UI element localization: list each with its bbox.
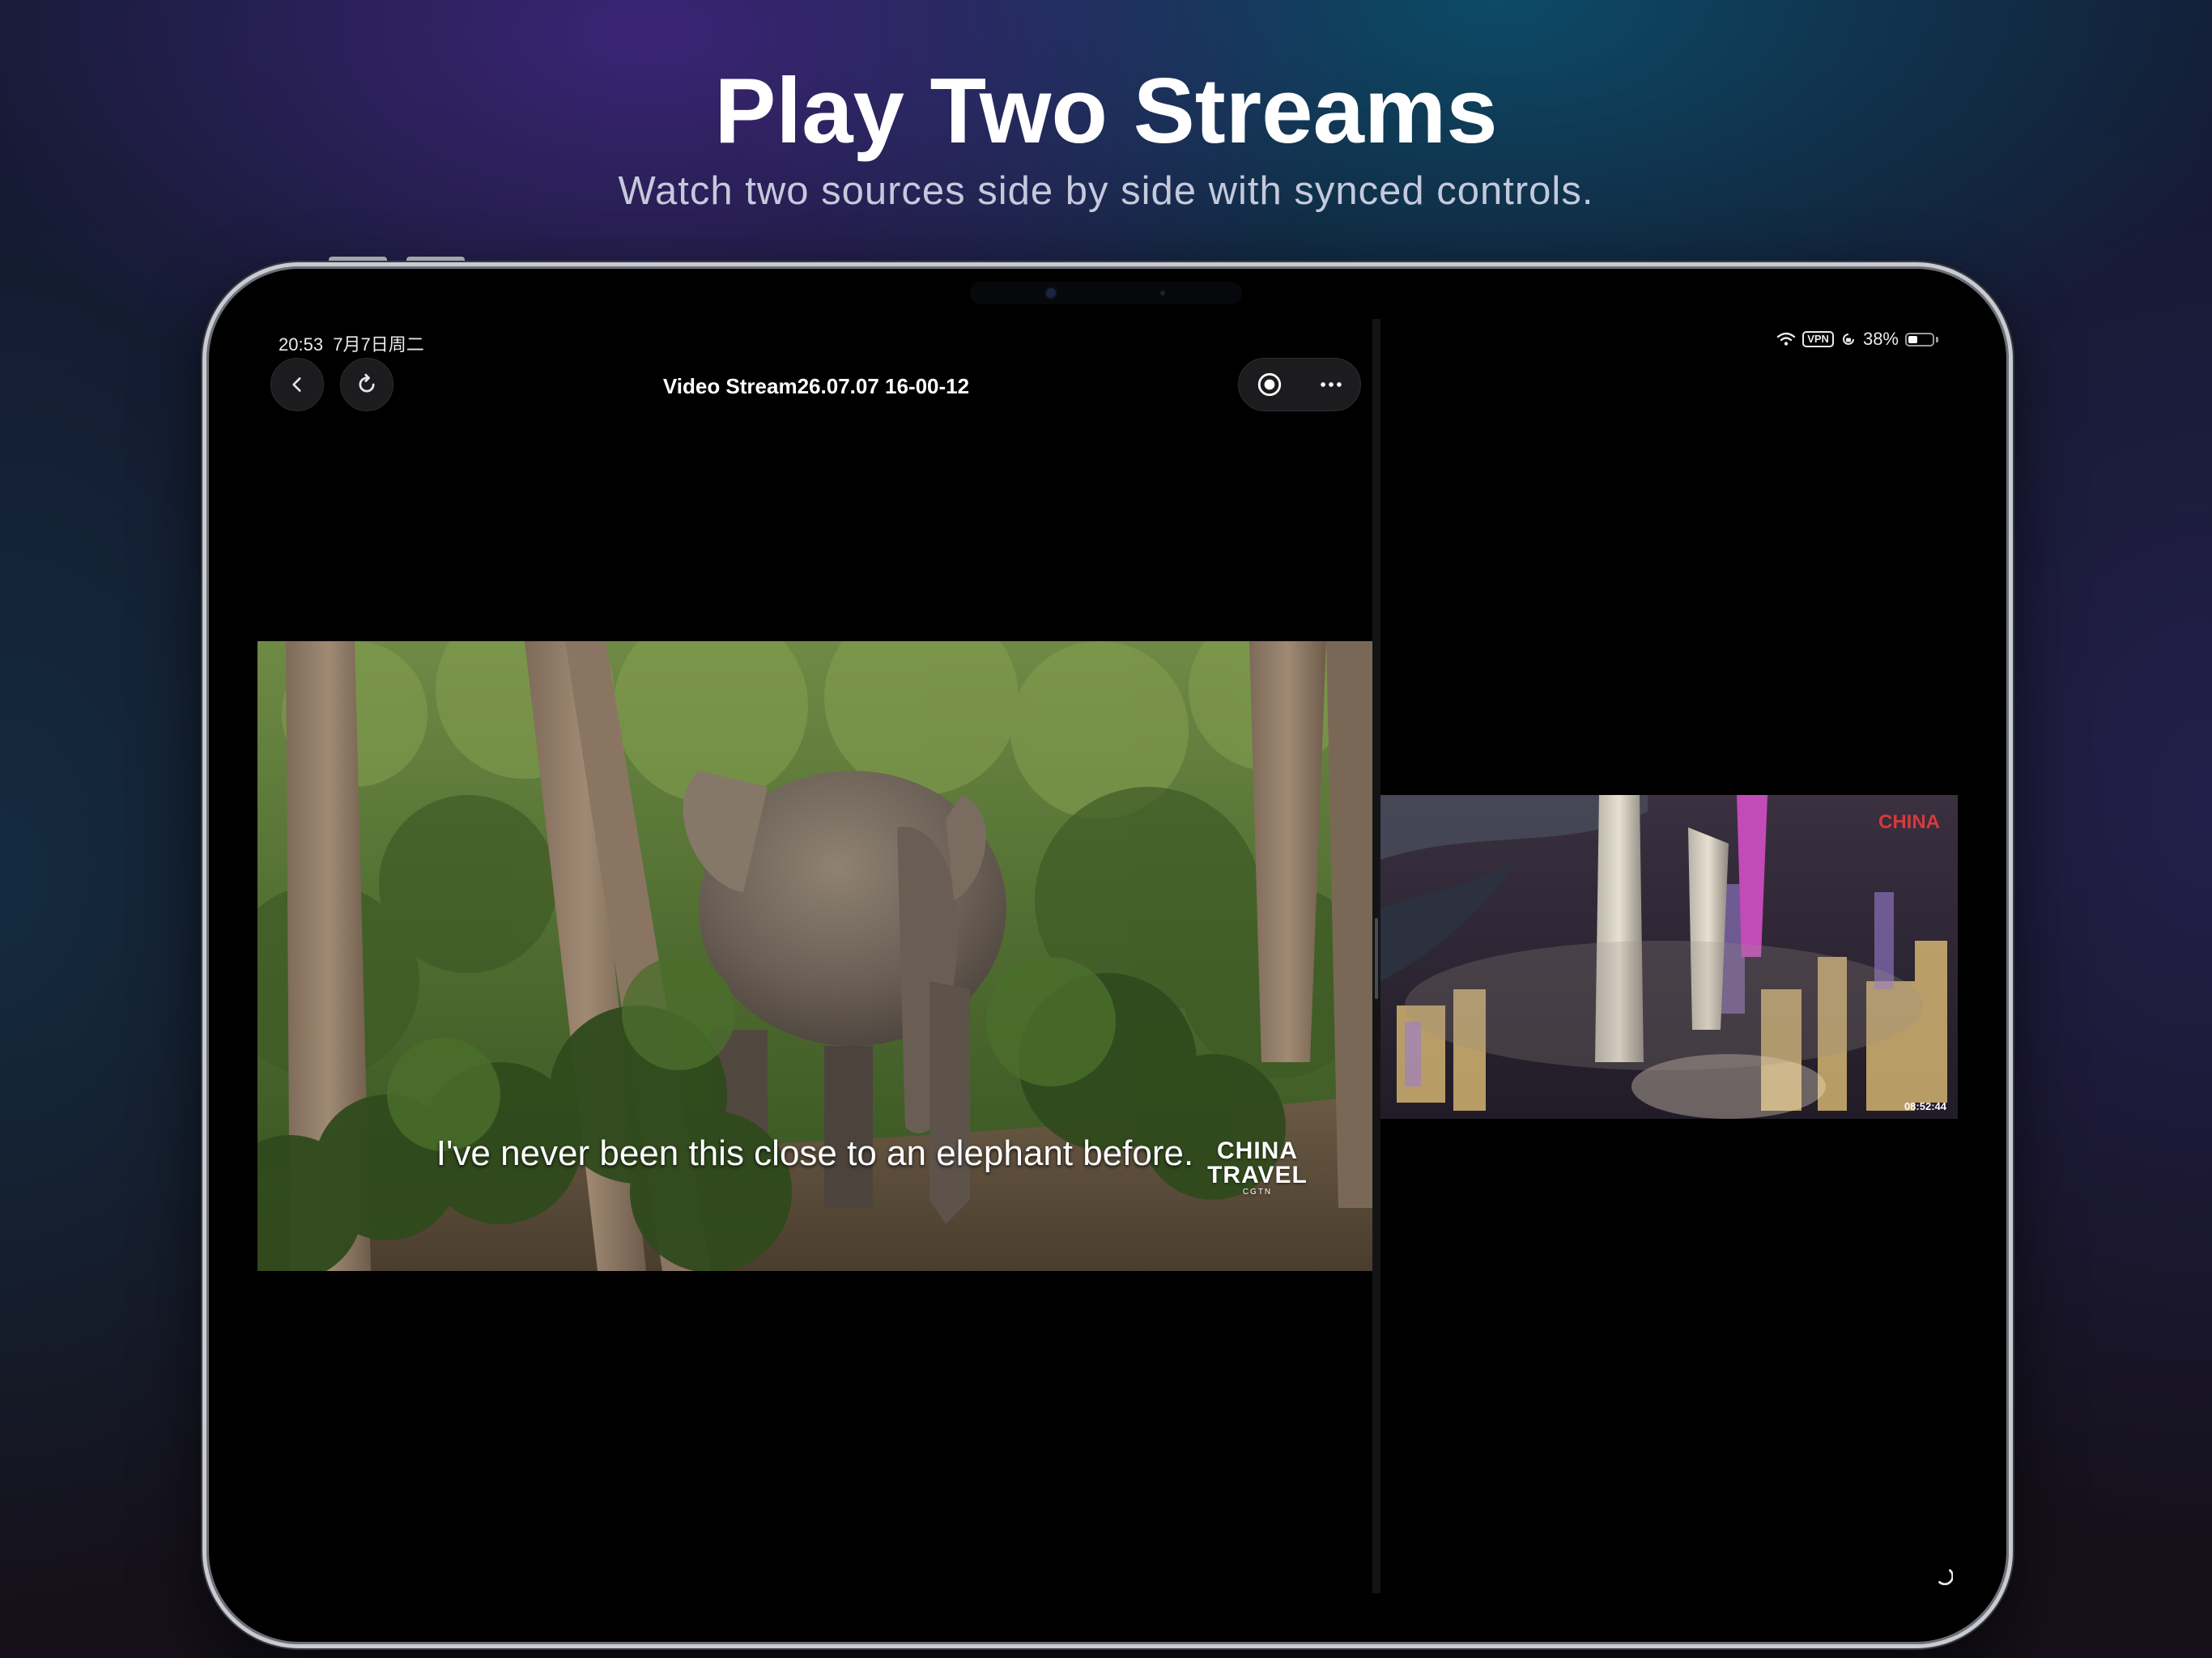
player-actions-pill [1238,358,1361,411]
stream-title: Video Stream26.07.07 16-00-12 [662,374,970,398]
sensor-dot [1160,291,1165,295]
battery-percent: 38% [1862,329,1899,349]
rotation-lock-icon [1842,334,1854,345]
city-night-scene [1380,795,1958,1119]
status-indicators: VPN 38% [1776,329,1938,350]
divider-drag-handle[interactable] [1375,918,1378,999]
battery-icon [1905,332,1934,346]
right-stream-pane: VPN 38% CHINA 08:52:44 [1380,319,1958,1593]
battery-level [1908,335,1917,343]
secondary-video-frame[interactable]: CHINA 08:52:44 [1380,795,1958,1119]
page-subtitle: Watch two sources side by side with sync… [618,169,1594,213]
logo-small: CGTN [1242,1188,1273,1197]
secondary-timecode: 08:52:44 [1904,1100,1946,1112]
status-clock: 20:53 [279,334,324,355]
page-title: Play Two Streams [714,60,1498,163]
record-icon [1257,372,1282,397]
more-button[interactable] [1300,359,1362,410]
back-chevron-icon [292,377,301,392]
record-button[interactable] [1239,359,1300,410]
battery-tip [1936,336,1938,342]
main-video-frame[interactable]: I've never been this close to an elephan… [257,641,1372,1271]
logo-line-2: TRAVEL [1207,1162,1308,1188]
wifi-icon [1777,332,1796,346]
vpn-badge: VPN [1802,331,1834,347]
china-travel-logo: CHINA TRAVEL CGTN [1205,1139,1310,1197]
camera-lens-icon [1046,288,1056,298]
refresh-button[interactable] [340,358,393,411]
secondary-brand-mark: CHINA [1878,811,1940,833]
refresh-icon [359,373,375,393]
loading-spinner-icon [1938,1569,1953,1585]
status-time: 20:53 7月7日周二 [279,330,424,356]
logo-line-1: CHINA [1217,1137,1298,1164]
left-stream-pane: 20:53 7月7日周二 Video Stream26.07.07 16-00-… [257,319,1372,1593]
status-date: 7月7日周二 [333,334,424,355]
back-button[interactable] [270,358,324,411]
more-icon [1321,382,1342,387]
tablet-screen: 20:53 7月7日周二 Video Stream26.07.07 16-00-… [257,319,1958,1593]
camera-housing [970,282,1242,304]
